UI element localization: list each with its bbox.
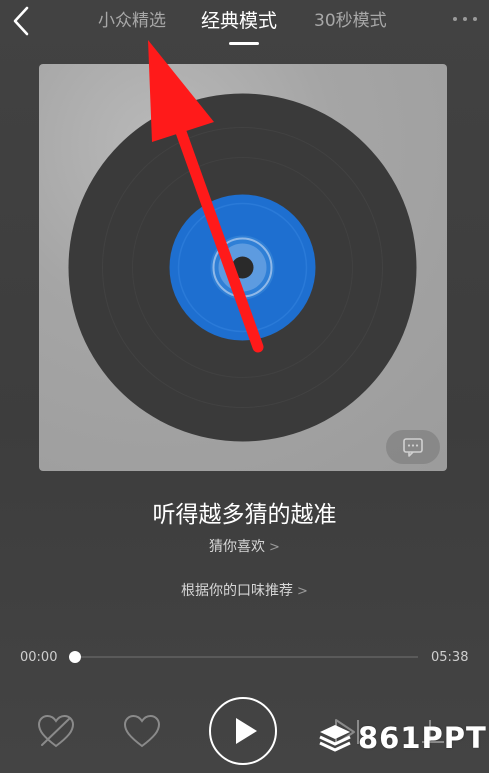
current-time: 00:00 xyxy=(20,650,58,665)
play-button[interactable] xyxy=(209,697,277,765)
chevron-right-icon: > xyxy=(269,540,280,555)
more-dot xyxy=(463,17,467,21)
tab-classic-mode[interactable]: 经典模式 xyxy=(201,6,277,36)
chevron-right-icon: > xyxy=(297,584,308,599)
more-dots-icon xyxy=(453,17,457,21)
player-screen: 小众精选 经典模式 30秒模式 听得越多猜的越准 猜你喜欢 > 根据你的口味推荐… xyxy=(0,0,489,773)
guess-you-like-label: 猜你喜欢 xyxy=(209,539,266,555)
progress-thumb[interactable] xyxy=(69,651,81,663)
heart-icon xyxy=(123,714,161,748)
progress-bar[interactable] xyxy=(74,656,418,658)
total-time: 05:38 xyxy=(431,650,469,665)
tab-30s-mode[interactable]: 30秒模式 xyxy=(314,6,387,36)
taste-recommendation-label: 根据你的口味推荐 xyxy=(181,583,294,599)
dislike-heart-icon xyxy=(37,714,75,748)
active-tab-indicator xyxy=(229,42,259,45)
more-button[interactable] xyxy=(447,10,483,28)
watermark: 861PPT xyxy=(318,718,487,758)
play-icon xyxy=(236,718,257,744)
stacked-layers-logo-icon xyxy=(319,725,351,752)
album-cover-card[interactable] xyxy=(39,64,447,471)
taste-recommendation-link[interactable]: 根据你的口味推荐 > xyxy=(0,580,489,600)
mode-tabs: 小众精选 经典模式 30秒模式 xyxy=(0,6,489,46)
watermark-text: 861PPT xyxy=(358,721,487,755)
tab-niche-selection[interactable]: 小众精选 xyxy=(98,6,166,36)
guess-you-like-link[interactable]: 猜你喜欢 > xyxy=(0,536,489,556)
more-dot xyxy=(473,17,477,21)
dislike-button[interactable] xyxy=(36,713,76,751)
vinyl-record-icon xyxy=(68,93,417,442)
comment-button[interactable] xyxy=(386,430,440,464)
comment-icon xyxy=(403,438,423,457)
like-button[interactable] xyxy=(122,713,162,751)
song-title: 听得越多猜的越准 xyxy=(152,502,337,528)
